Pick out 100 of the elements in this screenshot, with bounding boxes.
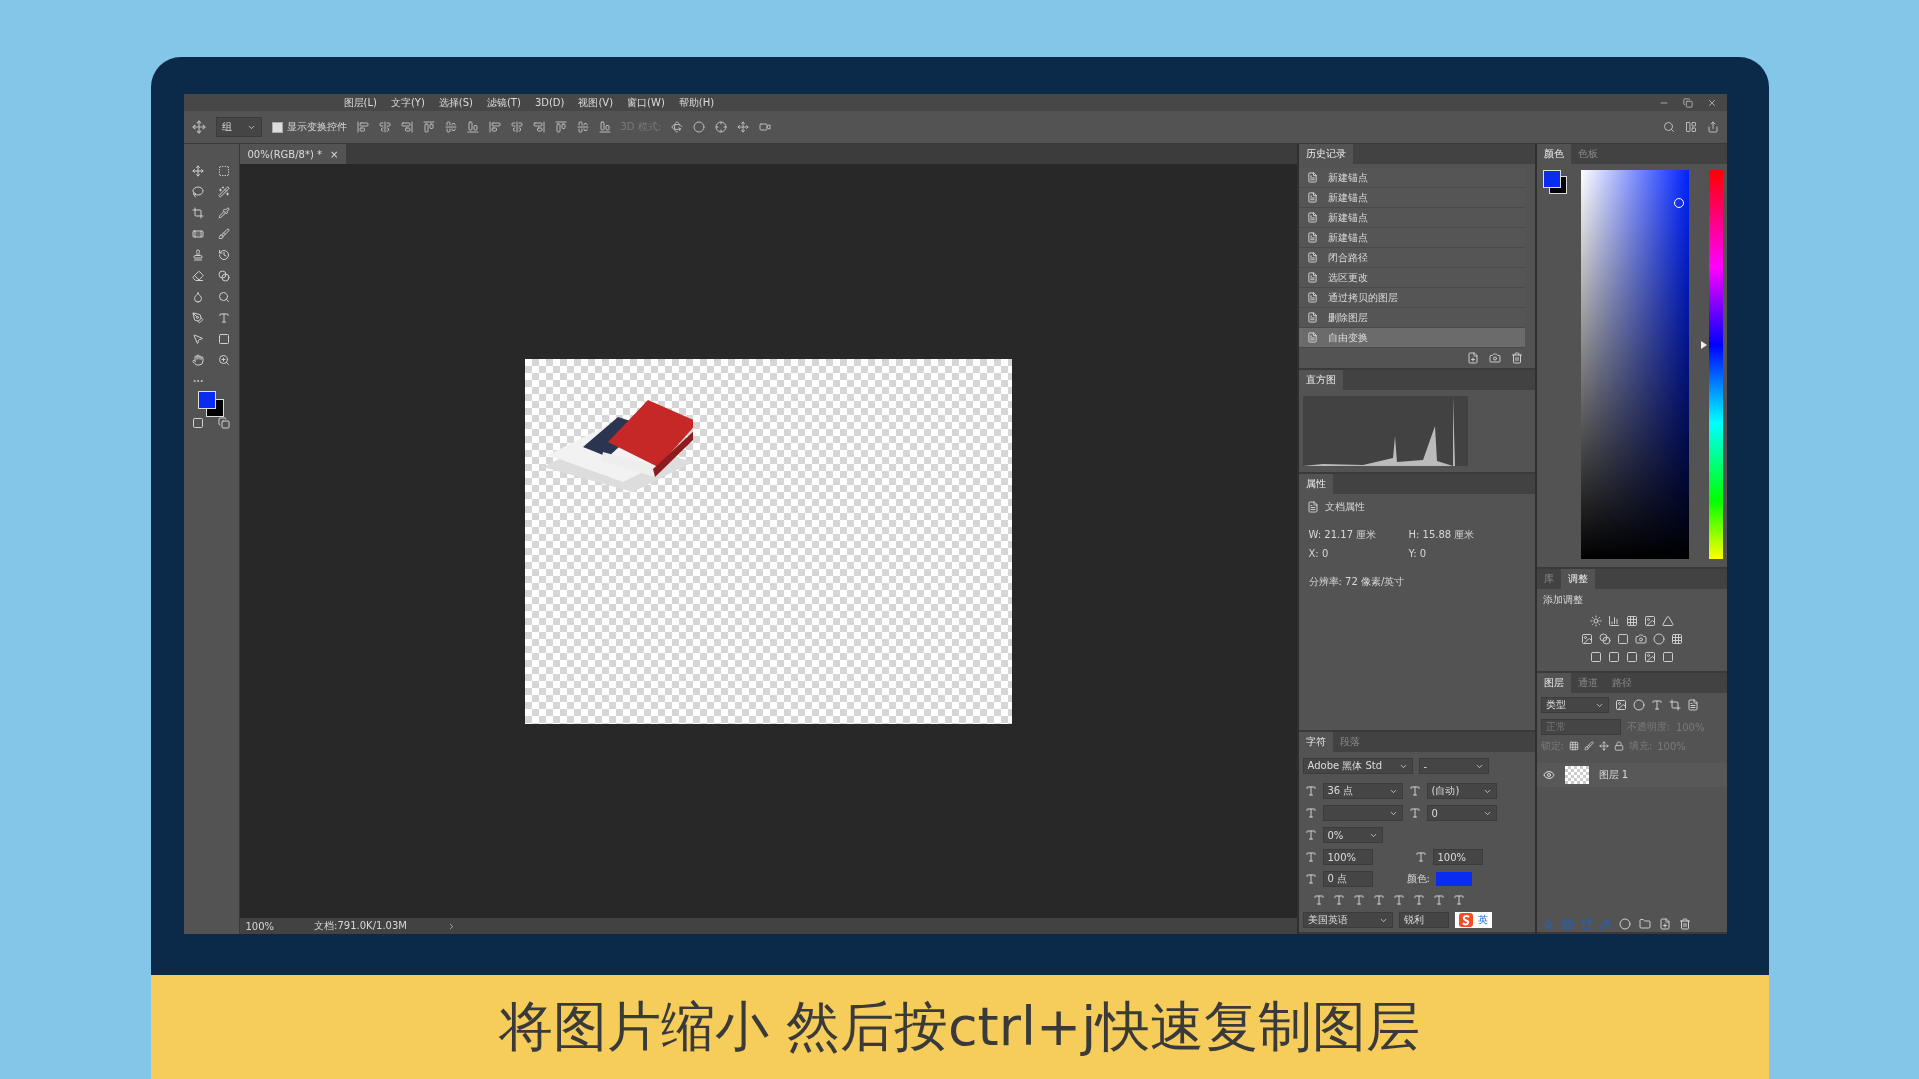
align-icon[interactable] xyxy=(576,121,589,133)
hand-icon[interactable] xyxy=(192,353,204,366)
text-style-icon[interactable] xyxy=(1452,894,1465,906)
eye-icon[interactable] xyxy=(1542,769,1555,782)
history-brush-icon[interactable] xyxy=(218,248,230,261)
lock-pixels-icon[interactable] xyxy=(1568,741,1579,752)
panel-tab[interactable]: 颜色 xyxy=(1536,144,1571,164)
panel-tab[interactable]: 字符 xyxy=(1298,732,1333,752)
filter-icon[interactable] xyxy=(1668,699,1681,712)
align-icon[interactable] xyxy=(466,121,479,133)
adjustment-icon[interactable] xyxy=(1643,651,1656,664)
group-dropdown[interactable]: 组 xyxy=(215,117,262,137)
3d-tool-icon[interactable] xyxy=(737,121,750,133)
document-tab[interactable]: 00%(RGB/8*) * × xyxy=(239,144,347,164)
type-icon[interactable] xyxy=(218,311,230,324)
align-icon[interactable] xyxy=(422,121,435,133)
filter-icon[interactable] xyxy=(1614,699,1627,712)
color-swatches[interactable] xyxy=(198,391,224,417)
style-field[interactable]: - xyxy=(1418,758,1489,774)
3d-tool-icon[interactable] xyxy=(759,121,772,133)
eyedropper-icon[interactable] xyxy=(218,206,230,219)
menu-item[interactable]: 选择(S) xyxy=(438,95,473,110)
color-field[interactable] xyxy=(1580,170,1689,560)
screen-mode-icon[interactable] xyxy=(218,416,230,429)
align-icon[interactable] xyxy=(400,121,413,133)
quick-mask-icon[interactable] xyxy=(192,416,204,429)
text-color-swatch[interactable] xyxy=(1435,872,1472,886)
eraser-icon[interactable] xyxy=(192,269,204,282)
text-style-icon[interactable] xyxy=(1412,894,1425,906)
align-icon[interactable] xyxy=(598,121,611,133)
adjustment-icon[interactable] xyxy=(1616,633,1629,646)
adjustment-icon[interactable] xyxy=(1670,633,1683,646)
baseline-field[interactable]: 0 点 xyxy=(1322,871,1373,887)
adjustment-icon[interactable] xyxy=(1625,651,1638,664)
crop-icon[interactable] xyxy=(192,206,204,219)
horizontal-scale-field[interactable]: 100% xyxy=(1432,849,1483,865)
search-icon[interactable] xyxy=(1662,121,1675,133)
layer-row[interactable]: 图层 1 xyxy=(1536,763,1727,788)
adjustment-icon[interactable] xyxy=(1652,633,1665,646)
restore-icon[interactable] xyxy=(1682,97,1693,108)
tracking-field[interactable]: 0 xyxy=(1426,805,1497,821)
adjustment-icon[interactable] xyxy=(1589,615,1602,628)
share-icon[interactable] xyxy=(1706,121,1719,133)
color-swatches[interactable] xyxy=(1542,170,1569,196)
trash-icon[interactable] xyxy=(1510,352,1523,364)
history-item[interactable]: 自由变换 xyxy=(1298,328,1525,348)
text-style-icon[interactable] xyxy=(1332,894,1345,906)
panel-tab[interactable]: 属性 xyxy=(1298,474,1333,494)
folder-icon[interactable] xyxy=(1638,918,1651,930)
panel-tab[interactable]: 直方图 xyxy=(1298,370,1343,390)
menu-item[interactable]: 文字(Y) xyxy=(390,95,425,110)
checkbox[interactable] xyxy=(271,121,283,133)
adjustment-icon[interactable] xyxy=(1634,633,1647,646)
ime-toolbar[interactable]: 英 xyxy=(1454,912,1492,928)
new-document-icon[interactable] xyxy=(1466,352,1479,364)
adjustment-icon[interactable] xyxy=(1661,615,1674,628)
camera-icon[interactable] xyxy=(1488,352,1501,364)
font-field[interactable]: Adobe 黑体 Std xyxy=(1302,758,1413,774)
align-icon[interactable] xyxy=(444,121,457,133)
panel-tab[interactable]: 调整 xyxy=(1560,569,1595,590)
kerning-field[interactable] xyxy=(1322,805,1403,821)
zoom-icon[interactable] xyxy=(218,353,230,366)
text-style-icon[interactable] xyxy=(1392,894,1405,906)
adjustment-icon[interactable] xyxy=(1661,651,1674,664)
text-style-icon[interactable] xyxy=(1372,894,1385,906)
pointer-icon[interactable] xyxy=(192,332,204,345)
lock-icon[interactable] xyxy=(1613,741,1624,752)
trash-icon[interactable] xyxy=(1678,918,1691,930)
language-dropdown[interactable]: 美国英语 xyxy=(1302,912,1393,928)
workspace-icon[interactable] xyxy=(1684,121,1697,133)
align-icon[interactable] xyxy=(554,121,567,133)
align-icon[interactable] xyxy=(488,121,501,133)
3d-tool-icon[interactable] xyxy=(715,121,728,133)
panel-tab[interactable]: 图层 xyxy=(1536,673,1571,694)
move-icon[interactable] xyxy=(192,164,204,177)
stamp-icon[interactable] xyxy=(192,248,204,261)
move-icon[interactable] xyxy=(1598,741,1609,752)
menu-item[interactable]: 窗口(W) xyxy=(627,95,665,110)
tsume-field[interactable]: 0% xyxy=(1322,827,1383,843)
adjustment-icon[interactable] xyxy=(1643,615,1656,628)
menu-item[interactable]: 帮助(H) xyxy=(678,95,715,110)
menu-item[interactable]: 视图(V) xyxy=(578,95,614,110)
menu-item[interactable]: 3D(D) xyxy=(534,97,565,108)
filter-icon[interactable] xyxy=(1650,699,1663,712)
wand-icon[interactable] xyxy=(218,185,230,198)
filter-icon[interactable] xyxy=(1632,699,1645,712)
adjustment-icon[interactable] xyxy=(1625,615,1638,628)
filter-icon[interactable] xyxy=(1686,699,1699,712)
lasso-icon[interactable] xyxy=(192,185,204,198)
adjustment-icon[interactable] xyxy=(1607,615,1620,628)
rectangle-icon[interactable] xyxy=(218,332,230,345)
vertical-scale-field[interactable]: 100% xyxy=(1322,849,1373,865)
adjustment-icon[interactable] xyxy=(1580,633,1593,646)
text-style-icon[interactable] xyxy=(1352,894,1365,906)
adjustment-icon[interactable] xyxy=(1589,651,1602,664)
align-icon[interactable] xyxy=(378,121,391,133)
brush-icon[interactable] xyxy=(1583,741,1594,752)
3d-tool-icon[interactable] xyxy=(671,121,684,133)
new-layer-icon[interactable] xyxy=(1658,918,1671,930)
align-icon[interactable] xyxy=(532,121,545,133)
